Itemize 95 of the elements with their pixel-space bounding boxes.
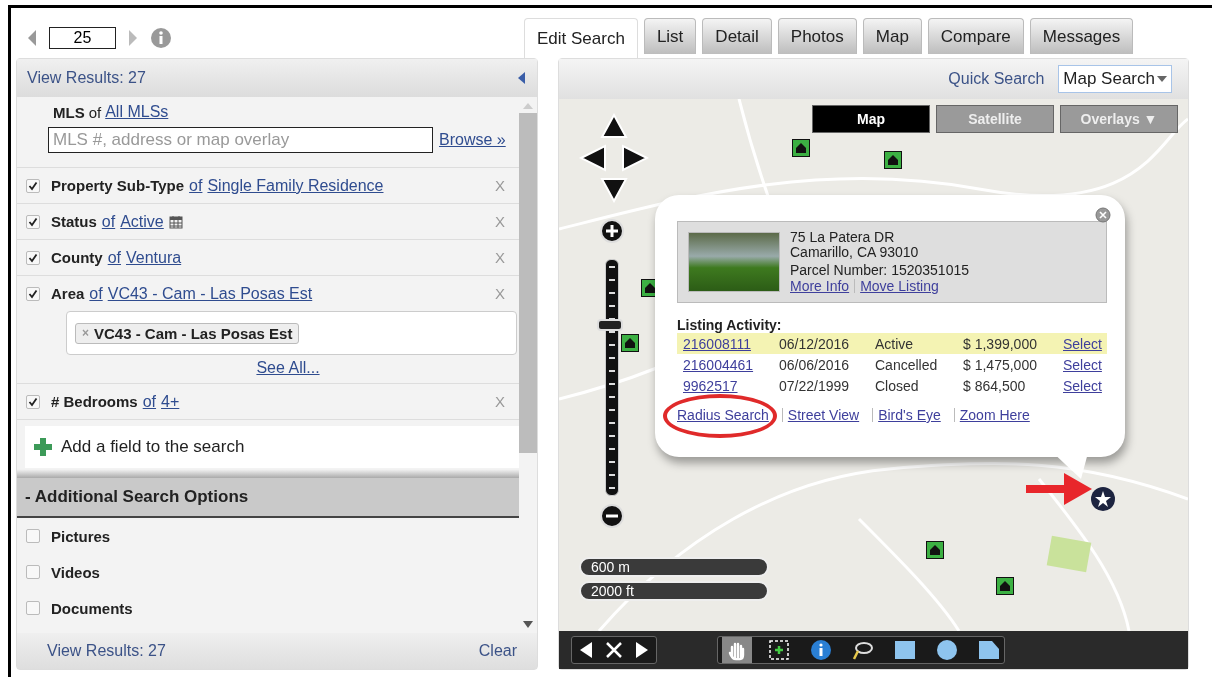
city-text: Camarillo, CA 93010 bbox=[790, 245, 920, 260]
mls-search-field[interactable]: MLS #, address or map overlay bbox=[48, 127, 433, 153]
mls-link[interactable]: All MLSs bbox=[105, 103, 169, 121]
close-icon[interactable] bbox=[1095, 207, 1111, 223]
listing-price: $ 1,475,000 bbox=[963, 356, 1038, 373]
criterion-label: Area bbox=[51, 285, 85, 302]
hand-icon[interactable] bbox=[722, 637, 752, 663]
tag-field[interactable]: × VC43 - Cam - Las Posas Est bbox=[66, 311, 517, 355]
criterion-label: County bbox=[51, 249, 103, 266]
criterion-value-link[interactable]: Ventura bbox=[126, 248, 182, 267]
popup-link[interactable]: Zoom Here bbox=[959, 407, 1030, 423]
criterion-label: Status bbox=[51, 213, 97, 230]
option-label: Documents bbox=[51, 599, 133, 617]
browse-link[interactable]: Browse » bbox=[439, 131, 506, 149]
map-search-dropdown[interactable]: Map Search bbox=[1058, 65, 1172, 93]
listing-status: Cancelled bbox=[875, 356, 939, 373]
checkbox[interactable] bbox=[26, 250, 40, 265]
criterion-label: # Bedrooms bbox=[51, 393, 138, 410]
scale-bar: 2000 ft bbox=[579, 581, 769, 601]
add-field-button[interactable]: Add a field to the search bbox=[25, 426, 519, 468]
of-link[interactable]: of bbox=[89, 284, 103, 303]
tab[interactable]: Compare bbox=[927, 18, 1024, 54]
address-text: 75 La Patera DR bbox=[790, 230, 896, 245]
mls-number-link[interactable]: 9962517 bbox=[683, 377, 779, 394]
listing-price: $ 864,500 bbox=[963, 377, 1027, 394]
house-marker-icon[interactable] bbox=[926, 541, 944, 559]
tab[interactable]: Edit Search bbox=[524, 18, 638, 58]
of-link[interactable]: of bbox=[189, 176, 203, 195]
checkbox[interactable] bbox=[26, 286, 40, 301]
tab[interactable]: Detail bbox=[702, 18, 772, 54]
listing-activity-title: Listing Activity: bbox=[677, 317, 783, 333]
select-link[interactable]: Select bbox=[1063, 356, 1102, 373]
tag-chip[interactable]: × VC43 - Cam - Las Posas Est bbox=[75, 322, 300, 344]
listing-date: 07/22/1999 bbox=[779, 377, 851, 394]
clear-link[interactable]: Clear bbox=[478, 642, 517, 660]
caret-icon bbox=[1157, 76, 1167, 82]
option-label: Videos bbox=[51, 563, 100, 581]
criterion-value-link[interactable]: Active bbox=[120, 212, 164, 231]
pan-control-icon[interactable] bbox=[579, 113, 649, 203]
of-link[interactable]: of bbox=[107, 248, 121, 267]
calendar-icon[interactable] bbox=[168, 214, 183, 229]
mls-number-link[interactable]: 216008111 bbox=[683, 335, 779, 352]
option-label: Pictures bbox=[51, 527, 111, 545]
popup-link[interactable]: More Info bbox=[790, 278, 850, 294]
of-link[interactable]: of bbox=[142, 392, 157, 411]
zoom-slider-thumb[interactable] bbox=[597, 319, 623, 332]
view-results-link[interactable]: View Results: 27 bbox=[47, 642, 166, 660]
popup-link[interactable]: Radius Search bbox=[677, 407, 769, 423]
tab[interactable]: Photos bbox=[777, 18, 857, 54]
listing-date: 06/06/2016 bbox=[779, 356, 851, 373]
scale-bar: 600 m bbox=[579, 557, 769, 577]
listing-date: 06/12/2016 bbox=[779, 335, 851, 352]
of-link[interactable]: of bbox=[101, 212, 116, 231]
criterion-value-link[interactable]: VC43 - Cam - Las Posas Est bbox=[107, 284, 313, 303]
map-type-button[interactable]: Map bbox=[812, 105, 930, 133]
tab[interactable]: Messages bbox=[1029, 18, 1134, 54]
scroll-down-icon[interactable] bbox=[523, 621, 533, 629]
listing-status: Closed bbox=[875, 377, 920, 394]
criterion-label: MLS bbox=[53, 103, 85, 121]
tab[interactable]: Map bbox=[862, 18, 922, 54]
house-marker-icon[interactable] bbox=[792, 139, 810, 157]
popup-link[interactable]: Move Listing bbox=[860, 278, 939, 294]
star-marker-icon[interactable] bbox=[1090, 486, 1116, 512]
criterion-value-link[interactable]: 4+ bbox=[161, 392, 180, 411]
house-marker-icon[interactable] bbox=[621, 334, 639, 352]
criterion-value-link[interactable]: Single Family Residence bbox=[207, 176, 384, 195]
collapse-icon[interactable] bbox=[518, 72, 525, 84]
listing-price: $ 1,399,000 bbox=[963, 335, 1038, 352]
parcel-number-text: Parcel Number: 1520351015 bbox=[790, 263, 969, 278]
house-marker-icon[interactable] bbox=[996, 577, 1014, 595]
select-link[interactable]: Select bbox=[1063, 377, 1102, 394]
select-link[interactable]: Select bbox=[1063, 335, 1102, 352]
popup-link[interactable]: Bird's Eye bbox=[878, 407, 941, 423]
mls-number-link[interactable]: 216004461 bbox=[683, 356, 779, 373]
checkbox[interactable] bbox=[26, 214, 40, 229]
house-marker-icon[interactable] bbox=[884, 151, 902, 169]
listing-row[interactable]: 216008111 06/12/2016 Active $ 1,399,000 Select bbox=[677, 333, 1107, 354]
popup-link[interactable]: Street View bbox=[787, 407, 860, 423]
checkbox[interactable] bbox=[26, 529, 40, 543]
view-results-link[interactable]: View Results: 27 bbox=[27, 69, 146, 87]
see-all-link[interactable]: See All... bbox=[256, 359, 320, 376]
listing-row[interactable]: 216004461 06/06/2016 Cancelled $ 1,475,000 Select bbox=[677, 354, 1107, 375]
page-number-field[interactable]: 25 bbox=[49, 27, 116, 49]
tab[interactable]: List bbox=[643, 18, 697, 54]
checkbox[interactable] bbox=[26, 601, 40, 615]
checkbox[interactable] bbox=[26, 178, 40, 193]
criterion-label: Property Sub-Type bbox=[51, 177, 185, 194]
listing-status: Active bbox=[875, 335, 915, 352]
section-header[interactable]: - Additional Search Options bbox=[17, 478, 519, 518]
checkbox[interactable] bbox=[26, 565, 40, 579]
listing-row[interactable]: 9962517 07/22/1999 Closed $ 864,500 Select bbox=[677, 375, 1107, 396]
quick-search-link[interactable]: Quick Search bbox=[948, 70, 1045, 88]
checkbox[interactable] bbox=[26, 394, 40, 409]
arrow-pointer-drawing bbox=[1024, 471, 1094, 507]
plus-icon bbox=[33, 437, 53, 457]
